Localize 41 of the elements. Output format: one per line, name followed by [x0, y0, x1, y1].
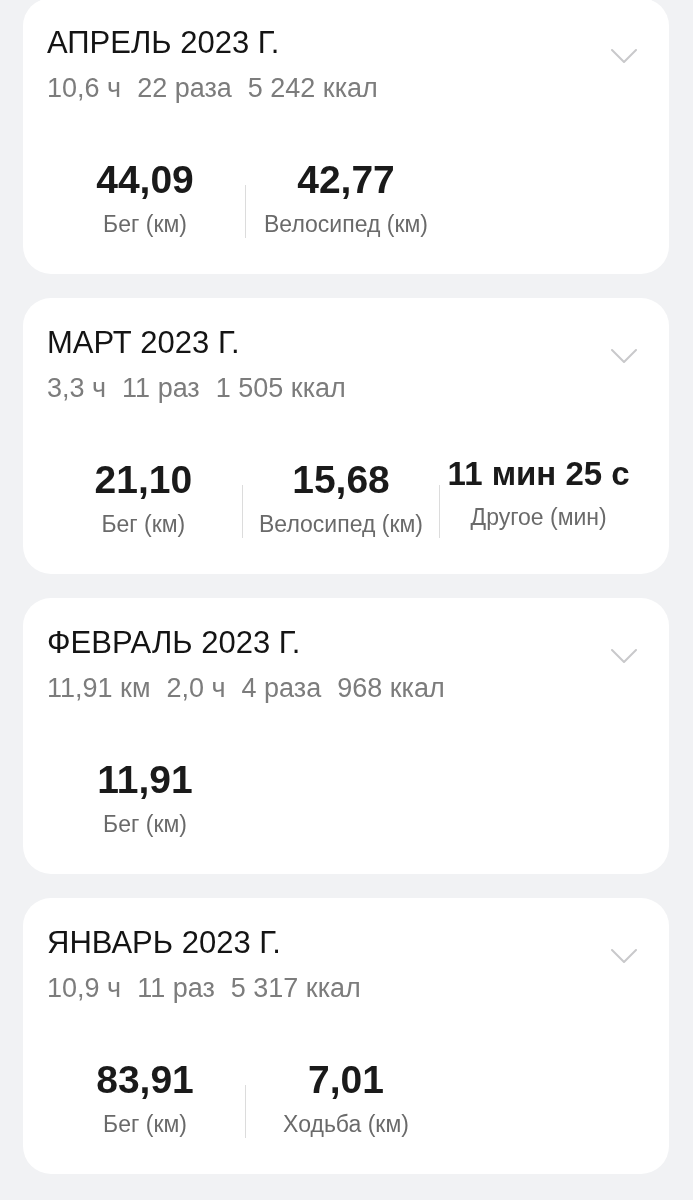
summary-stat: 10,6 ч — [47, 72, 122, 104]
stat-label: Бег (км) — [103, 210, 187, 238]
summary-stat: 22 раза — [137, 72, 232, 104]
stat-value: 15,68 — [292, 457, 390, 503]
stat-label: Ходьба (км) — [283, 1110, 409, 1138]
stat-label: Бег (км) — [101, 510, 186, 538]
stat-label: Бег (км) — [103, 1110, 187, 1138]
summary-stat: 968 ккал — [337, 672, 445, 704]
stat-value: 44,09 — [96, 157, 194, 203]
month-title: ФЕВРАЛЬ 2023 Г. — [47, 626, 302, 660]
stat-label: Велосипед (км) — [259, 510, 423, 538]
summary-stat: 4 раза — [241, 672, 322, 704]
stat-value: 83,91 — [96, 1057, 194, 1103]
chevron-down-icon[interactable] — [611, 49, 637, 63]
month-title: МАРТ 2023 Г. — [47, 326, 241, 360]
month-card[interactable]: ФЕВРАЛЬ 2023 Г. 11,91 км 2,0 ч 4 раза 968 ккал 11,91 Бег (км) — [23, 598, 669, 874]
stat-value: 42,77 — [297, 157, 395, 203]
stat-value: 11,91 — [97, 757, 193, 803]
summary-stat: 11,91 км — [47, 672, 151, 704]
summary-stat: 2,0 ч — [166, 672, 226, 704]
stat-value: 11 мин 25 с — [447, 457, 630, 491]
stat-value: 7,01 — [308, 1057, 384, 1103]
stat-value: 21,10 — [94, 457, 193, 503]
summary-stat: 10,9 ч — [47, 972, 122, 1004]
summary-stat: 11 раз — [137, 972, 215, 1004]
month-title: ЯНВАРЬ 2023 Г. — [47, 926, 282, 960]
chevron-down-icon[interactable] — [611, 349, 637, 363]
stat-label: Другое (мин) — [470, 503, 607, 531]
summary-stat: 3,3 ч — [47, 372, 107, 404]
month-card[interactable]: АПРЕЛЬ 2023 Г. 10,6 ч 22 раза 5 242 ккал 44,09 Бег (км) 42,77 Велосипед (км) — [23, 0, 669, 274]
summary-stat: 1 505 ккал — [215, 372, 346, 404]
month-card[interactable]: ЯНВАРЬ 2023 Г. 10,9 ч 11 раз 5 317 ккал 83,91 Бег (км) 7,01 Ходьба (км) — [23, 898, 669, 1174]
summary-stat: 11 раз — [122, 372, 200, 404]
summary-stat: 5 317 ккал — [230, 972, 361, 1004]
chevron-down-icon[interactable] — [611, 949, 637, 963]
summary-stat: 5 242 ккал — [247, 72, 378, 104]
stat-label: Велосипед (км) — [264, 210, 428, 238]
chevron-down-icon[interactable] — [611, 649, 637, 663]
month-card[interactable]: МАРТ 2023 Г. 3,3 ч 11 раз 1 505 ккал 21,10 Бег (км) 15,68 Велосипед (км) 11 мин 25 с Другое (мин) — [23, 298, 669, 574]
month-title: АПРЕЛЬ 2023 Г. — [47, 26, 281, 60]
stat-label: Бег (км) — [103, 810, 187, 838]
